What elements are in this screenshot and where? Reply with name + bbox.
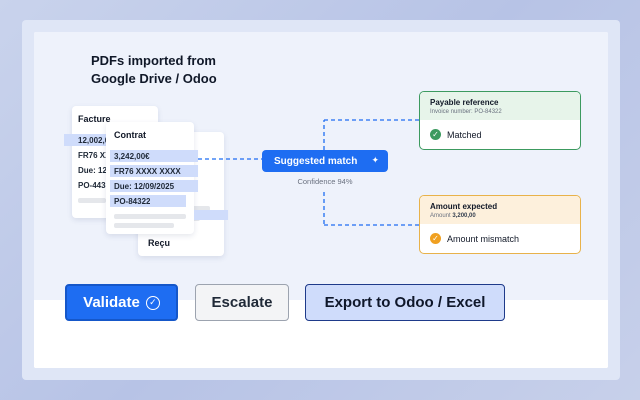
sparkle-icon: ✦	[371, 155, 379, 165]
payable-reference-card: Payable reference Invoice number: PO-843…	[419, 91, 581, 150]
payable-title: Payable reference	[430, 98, 499, 107]
suggested-match-label: Suggested match	[274, 155, 358, 167]
warning-check-icon: ✓	[430, 233, 441, 244]
export-label: Export to Odoo / Excel	[324, 294, 486, 311]
amount-title: Amount expected	[430, 202, 498, 211]
export-button[interactable]: Export to Odoo / Excel	[305, 284, 505, 321]
validate-button[interactable]: Validate ✓	[65, 284, 178, 321]
confidence-score: Confidence 94%	[297, 177, 353, 186]
suggested-match-badge[interactable]: Suggested match ✦	[262, 150, 388, 172]
payable-subtitle-value: PO-84322	[474, 109, 502, 115]
payable-subtitle-label: Invoice number	[430, 109, 472, 115]
amount-subtitle: Amount 3,200,00	[430, 213, 570, 219]
check-circle-icon: ✓	[145, 295, 160, 310]
amount-expected-card: Amount expected Amount 3,200,00 ✓ Amount…	[419, 195, 581, 254]
amount-subtitle-label: Amount	[430, 213, 451, 219]
payable-status: Matched	[447, 129, 482, 140]
amount-subtitle-value: 3,200,00	[452, 213, 476, 219]
escalate-button[interactable]: Escalate	[195, 284, 289, 321]
escalate-label: Escalate	[211, 294, 273, 311]
amount-status: Amount mismatch	[447, 233, 520, 244]
payable-subtitle: Invoice number: PO-84322	[430, 109, 502, 115]
check-icon: ✓	[430, 129, 441, 140]
workflow-area: PDFs imported from Google Drive / Odoo R…	[34, 32, 608, 300]
validate-label: Validate	[83, 294, 140, 311]
